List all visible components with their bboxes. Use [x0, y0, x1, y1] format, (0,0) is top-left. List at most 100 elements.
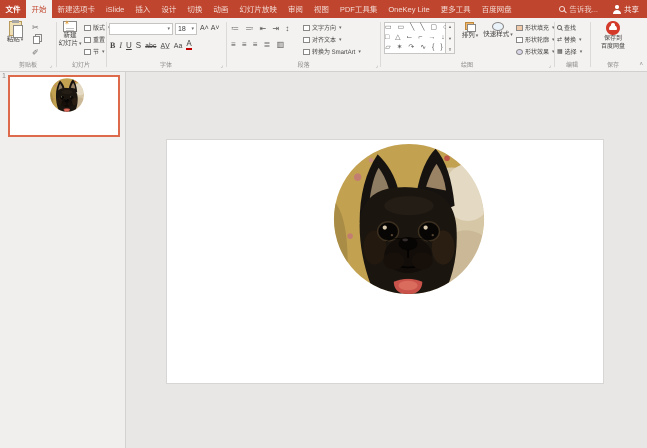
new-slide-icon: [63, 21, 77, 32]
reset-icon: [84, 37, 91, 43]
slide-canvas[interactable]: [167, 140, 603, 383]
tab-transitions[interactable]: 切换: [182, 0, 208, 18]
bullets-numbering-indent-icons[interactable]: ≔ ≕ ⇤ ⇥ ↕: [231, 24, 291, 33]
ribbon: 粘贴 ✂ ✐ 剪贴板 ⌟ 新建 幻灯片 版式: [0, 18, 647, 72]
dialog-launcher-icon[interactable]: ⌟: [221, 64, 223, 69]
dog-photo-circle-image[interactable]: [333, 143, 485, 295]
shapes-row-3[interactable]: ▱ ✶ ↷ ∿ { }: [385, 43, 445, 53]
tab-file[interactable]: 文件: [0, 0, 26, 18]
text-shadow-button[interactable]: S: [136, 41, 141, 50]
select-label: 选择: [565, 47, 577, 56]
font-name-select[interactable]: ▾: [109, 23, 173, 35]
underline-button[interactable]: U: [126, 41, 132, 50]
text-direction-label: 文字方向: [312, 23, 336, 32]
reset-button[interactable]: 重置: [84, 35, 105, 44]
strikethrough-button[interactable]: abc: [145, 43, 156, 50]
scroll-up-icon[interactable]: ▲: [448, 24, 452, 29]
editing-group: 查找 ⇄ 替换 ▦ 选择 编辑: [555, 18, 589, 71]
new-slide-label-2: 幻灯片: [57, 40, 83, 48]
drawing-group-label: 绘图: [381, 60, 553, 69]
dialog-launcher-icon[interactable]: ⌟: [376, 64, 378, 69]
format-painter-button[interactable]: ✐: [32, 48, 39, 58]
share-button[interactable]: 共享: [604, 0, 647, 18]
quick-styles-label: 快速样式: [482, 31, 514, 39]
save-baidu-label-2: 百度网盘: [593, 43, 633, 51]
chevron-down-icon: ▾: [191, 26, 194, 32]
slide-thumbnail-panel[interactable]: 1: [0, 72, 126, 448]
shapes-gallery-scrollbar[interactable]: ▲ ▼ ⊽: [446, 22, 455, 54]
shape-outline-button[interactable]: 形状轮廓: [516, 35, 555, 44]
tab-baidu-netdisk[interactable]: 百度网盘: [476, 0, 517, 18]
new-slide-label-1: 新建: [57, 32, 83, 40]
dialog-launcher-icon[interactable]: ⌟: [50, 64, 52, 69]
replace-button[interactable]: ⇄ 替换: [557, 35, 582, 44]
shrink-font-button[interactable]: A˅: [211, 25, 220, 32]
slide-number: 1: [2, 73, 6, 80]
section-label: 节: [93, 47, 99, 56]
quick-styles-button[interactable]: 快速样式: [482, 22, 514, 39]
shape-fill-icon: [516, 25, 523, 31]
font-size-select[interactable]: 18 ▾: [175, 23, 197, 35]
tab-design[interactable]: 设计: [156, 0, 182, 18]
section-button[interactable]: 节: [84, 47, 105, 56]
align-text-button[interactable]: 对齐文本: [303, 35, 342, 44]
font-color-button[interactable]: A: [186, 40, 191, 50]
text-direction-button[interactable]: 文字方向: [303, 23, 342, 32]
shape-fill-button[interactable]: 形状填充: [516, 23, 555, 32]
tab-slideshow[interactable]: 幻灯片放映: [234, 0, 283, 18]
font-group-label: 字体: [107, 60, 225, 69]
tab-pdf-tools[interactable]: PDF工具集: [334, 0, 383, 18]
shape-effects-button[interactable]: 形状效果: [516, 47, 555, 56]
tab-custom[interactable]: 新建选项卡: [52, 0, 101, 18]
italic-button[interactable]: I: [119, 41, 122, 50]
dialog-launcher-icon[interactable]: ⌟: [549, 64, 551, 69]
slide-1-thumbnail[interactable]: [8, 75, 120, 137]
tab-animations[interactable]: 动画: [208, 0, 234, 18]
tab-onekey-lite[interactable]: OneKey Lite: [383, 0, 435, 18]
tab-review[interactable]: 审阅: [282, 0, 308, 18]
workspace: 1: [0, 72, 647, 448]
shapes-row-1[interactable]: ▭ ▭ ╲ ╲ ▢ ○: [385, 23, 445, 33]
new-slide-button[interactable]: 新建 幻灯片: [57, 21, 83, 48]
align-text-icon: [303, 37, 310, 43]
scissors-icon: ✂: [32, 23, 39, 33]
change-case-button[interactable]: Aa: [174, 43, 183, 50]
grow-font-button[interactable]: A˄: [200, 25, 209, 32]
save-to-baidu-button[interactable]: 保存到 百度网盘: [593, 21, 633, 51]
alignment-icons[interactable]: ≡ ≡ ≡ ≣ ▥: [231, 40, 286, 49]
tell-me-search-box[interactable]: 告诉我...: [553, 0, 604, 18]
tab-home[interactable]: 开始: [26, 0, 52, 18]
tab-more-tools[interactable]: 更多工具: [435, 0, 476, 18]
find-icon: [557, 25, 562, 30]
paragraph-group-label: 段落: [227, 60, 380, 69]
paste-button[interactable]: 粘贴: [3, 21, 27, 44]
select-button[interactable]: ▦ 选择: [557, 47, 582, 56]
layout-label: 版式: [93, 23, 105, 32]
collapse-ribbon-chevron-icon[interactable]: ˄: [639, 62, 643, 68]
gallery-more-icon[interactable]: ⊽: [449, 47, 452, 52]
arrange-button[interactable]: 排列: [459, 22, 481, 40]
align-text-label: 对齐文本: [312, 35, 336, 44]
bold-button[interactable]: B: [110, 41, 115, 50]
editing-group-label: 编辑: [555, 60, 589, 69]
copy-button[interactable]: [33, 36, 40, 44]
select-icon: ▦: [557, 48, 563, 55]
font-size-value: 18: [178, 26, 186, 33]
tab-insert[interactable]: 插入: [130, 0, 156, 18]
shapes-row-2[interactable]: □ △ ⌙ ⌐ → ↓: [385, 33, 445, 43]
search-placeholder: 告诉我...: [569, 4, 598, 15]
cut-button[interactable]: ✂: [32, 23, 39, 33]
character-spacing-button[interactable]: A̲V̲: [160, 43, 169, 50]
powerpoint-window: 文件 开始 新建选项卡 iSlide 插入 设计 切换 动画 幻灯片放映 审阅 …: [0, 0, 647, 448]
paste-icon: [9, 21, 22, 36]
format-painter-icon: ✐: [32, 48, 39, 58]
quick-styles-icon: [492, 22, 504, 31]
save-baidu-label-1: 保存到: [593, 35, 633, 43]
tab-islide[interactable]: iSlide: [101, 0, 130, 18]
scroll-down-icon[interactable]: ▼: [448, 36, 452, 41]
find-button[interactable]: 查找: [557, 23, 576, 32]
shapes-gallery[interactable]: ▭ ▭ ╲ ╲ ▢ ○ □ △ ⌙ ⌐ → ↓ ▱ ✶ ↷ ∿ { }: [384, 22, 446, 54]
baidu-cloud-icon: [606, 21, 620, 35]
convert-smartart-button[interactable]: 转换为 SmartArt: [303, 47, 361, 56]
tab-view[interactable]: 视图: [308, 0, 334, 18]
